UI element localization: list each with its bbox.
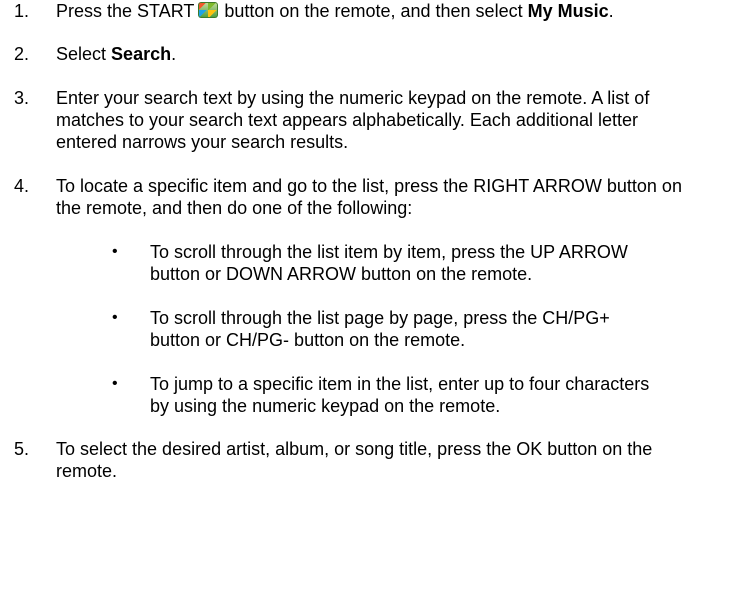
step-number: 3.: [14, 88, 30, 108]
step-text-part: .: [171, 44, 177, 64]
step-text-part: Press the START: [56, 1, 195, 21]
bullet-icon: •: [112, 243, 118, 260]
my-music-label: My Music: [527, 1, 609, 21]
step-text: Press the START button on the remote, and…: [56, 0, 696, 22]
step-text-part: button on the remote, and then select: [224, 1, 523, 21]
bullet-icon: •: [112, 375, 118, 392]
step-text-part: Select: [56, 44, 107, 64]
step-text: To locate a specific item and go to the …: [56, 176, 682, 218]
step-number: 5.: [14, 439, 30, 459]
bullet-text: To scroll through the list item by item,…: [150, 242, 628, 284]
search-label: Search: [111, 44, 172, 64]
bullet-text: To jump to a specific item in the list, …: [150, 374, 650, 416]
bullet-item: • To scroll through the list item by ite…: [0, 241, 660, 285]
step-number: 4.: [14, 176, 30, 196]
bullet-text: To scroll through the list page by page,…: [150, 308, 610, 350]
step-5: 5. To select the desired artist, album, …: [0, 438, 696, 482]
step-text: Select Search.: [56, 43, 696, 65]
bullet-item: • To scroll through the list page by pag…: [0, 307, 660, 351]
step-number: 2.: [14, 44, 30, 64]
windows-start-icon: [198, 2, 219, 18]
step-3: 3. Enter your search text by using the n…: [0, 87, 696, 153]
step-text: Enter your search text by using the nume…: [56, 88, 650, 152]
step-text: To select the desired artist, album, or …: [56, 439, 653, 481]
step-1: 1. Press the START button on the remote, …: [0, 0, 696, 22]
step-4: 4. To locate a specific item and go to t…: [0, 175, 696, 219]
bullet-item: • To jump to a specific item in the list…: [0, 373, 660, 417]
instructions-document: 1. Press the START button on the remote, …: [0, 0, 744, 482]
step-number: 1.: [14, 1, 30, 21]
step-text-part: .: [608, 1, 614, 21]
bullet-icon: •: [112, 309, 118, 326]
step-2: 2. Select Search.: [0, 43, 696, 65]
